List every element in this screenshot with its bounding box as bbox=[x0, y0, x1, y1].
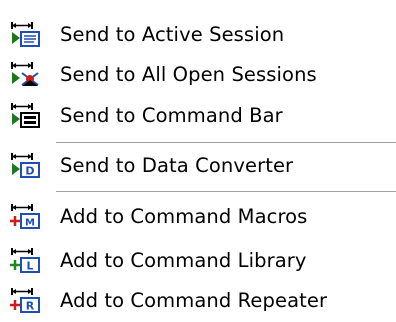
add-to-macros-icon: M bbox=[10, 204, 40, 229]
svg-text:M: M bbox=[25, 218, 35, 229]
menu-item-send-to-data-converter[interactable]: D Send to Data Converter bbox=[0, 145, 396, 185]
menu-item-add-to-command-macros[interactable]: M Add to Command Macros bbox=[0, 196, 396, 236]
send-to-all-sessions-icon bbox=[11, 62, 39, 86]
add-to-library-icon: L bbox=[10, 248, 40, 273]
menu-separator bbox=[56, 191, 396, 193]
menu-item-label: Send to Command Bar bbox=[60, 103, 283, 127]
menu-separator bbox=[56, 142, 396, 144]
menu-item-add-to-command-repeater[interactable]: R Add to Command Repeater bbox=[0, 280, 396, 320]
menu-item-label: Send to Data Converter bbox=[60, 153, 294, 177]
menu-item-label: Add to Command Repeater bbox=[60, 288, 328, 312]
send-to-command-bar-icon bbox=[11, 103, 40, 128]
svg-text:L: L bbox=[26, 260, 33, 273]
add-to-repeater-icon: R bbox=[10, 288, 40, 313]
menu-item-label: Send to All Open Sessions bbox=[60, 62, 317, 86]
menu-item-send-to-active-session[interactable]: Send to Active Session bbox=[0, 14, 396, 54]
menu-item-label: Add to Command Library bbox=[60, 248, 307, 272]
menu-item-send-to-command-bar[interactable]: Send to Command Bar bbox=[0, 95, 396, 135]
svg-text:D: D bbox=[25, 165, 34, 178]
context-menu: Send to Active Session Send to All Open … bbox=[0, 0, 396, 322]
send-to-data-converter-icon: D bbox=[11, 153, 40, 178]
menu-item-label: Add to Command Macros bbox=[60, 204, 308, 228]
menu-item-label: Send to Active Session bbox=[60, 22, 285, 46]
send-to-session-icon bbox=[11, 22, 40, 47]
svg-text:R: R bbox=[26, 300, 35, 313]
menu-item-send-to-all-open-sessions[interactable]: Send to All Open Sessions bbox=[0, 54, 396, 94]
menu-item-add-to-command-library[interactable]: L Add to Command Library bbox=[0, 240, 396, 280]
